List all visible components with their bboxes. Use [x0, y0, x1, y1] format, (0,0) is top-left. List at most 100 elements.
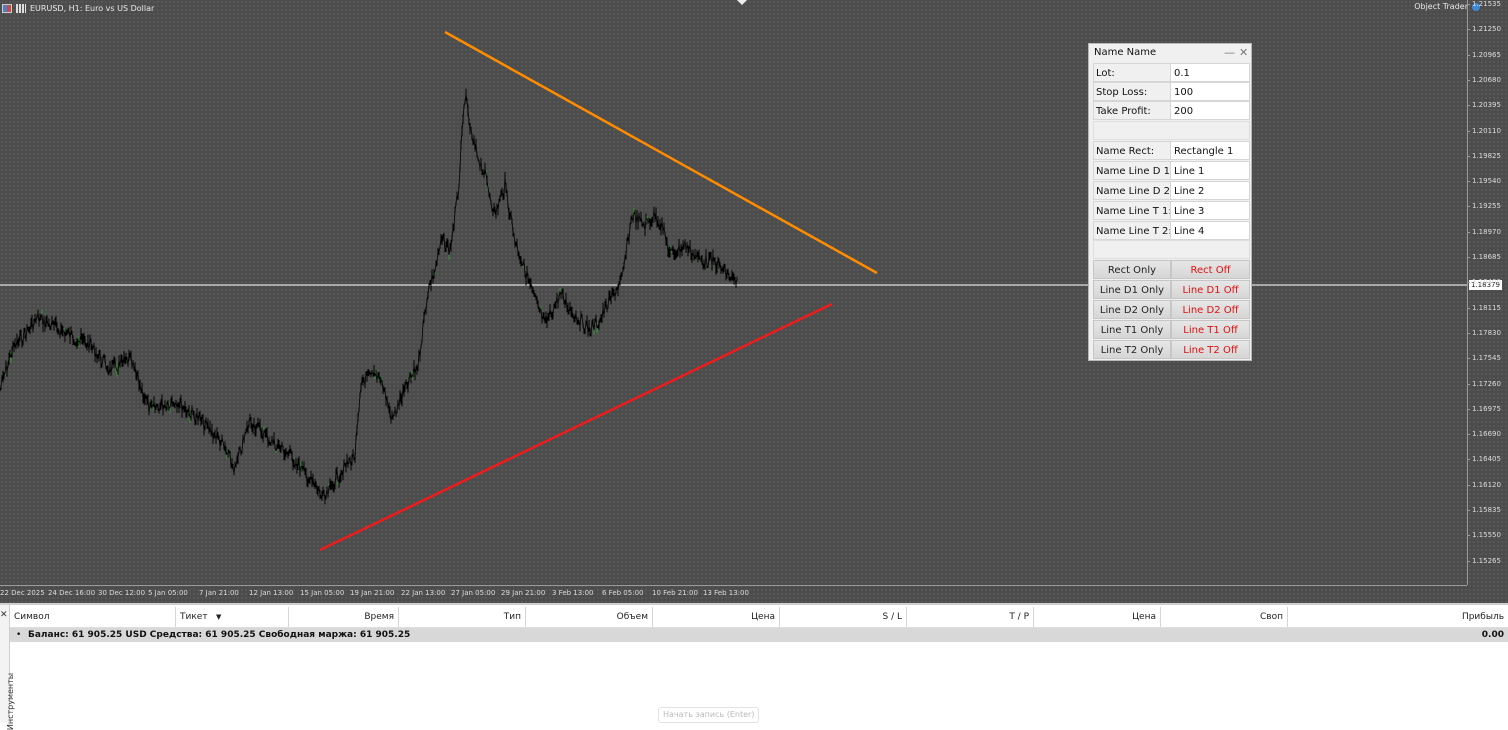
- line-d2-buttons-row: Line D2 Only Line D2 Off: [1093, 300, 1250, 319]
- column-swap[interactable]: Своп: [1161, 607, 1288, 627]
- panel-title-bar[interactable]: Name Name — ✕: [1089, 44, 1251, 62]
- toolbox-sidebar: ✕ Инструменты: [0, 605, 15, 730]
- lower-trend-line: [319, 302, 833, 552]
- price-tick-label: 1.20680: [1467, 75, 1501, 84]
- take-profit-row: Take Profit: 200: [1093, 101, 1250, 120]
- line-d2-only-button[interactable]: Line D2 Only: [1093, 300, 1171, 319]
- price-tick-label: 1.21535: [1467, 0, 1501, 8]
- balance-text: Баланс: 61 905.25 USD Средства: 61 905.2…: [28, 630, 411, 640]
- line-t1-off-button[interactable]: Line T1 Off: [1171, 320, 1250, 339]
- price-axis[interactable]: 1.18379 1.21535 1.21250 1.20965 1.20680 1.20…: [1467, 0, 1508, 585]
- time-tick-label: 12 Jan 13:00: [249, 589, 294, 597]
- minimize-icon[interactable]: —: [1224, 44, 1235, 62]
- line-d1-only-button[interactable]: Line D1 Only: [1093, 280, 1171, 299]
- column-time[interactable]: Время: [289, 607, 399, 627]
- time-axis[interactable]: 22 Dec 2025 24 Dec 16:00 30 Dec 12:00 5 Jan…: [0, 585, 1467, 604]
- name-line-t2-row: Name Line T 2: Line 4: [1093, 221, 1250, 240]
- toolbox-side-label[interactable]: Инструменты: [6, 673, 15, 730]
- price-tick-label: 1.16690: [1467, 430, 1501, 439]
- column-price[interactable]: Цена: [653, 607, 780, 627]
- object-trader-text: Object Trader: [1414, 2, 1468, 11]
- column-price-current[interactable]: Цена: [1034, 607, 1161, 627]
- close-icon[interactable]: ✕: [0, 610, 8, 620]
- name-line-d1-input[interactable]: Line 1: [1171, 161, 1250, 180]
- column-ticket-label: Тикет: [180, 612, 208, 622]
- ea-panel[interactable]: Name Name — ✕ Lot: 0.1 Stop Loss: 100 Ta…: [1088, 43, 1252, 361]
- name-line-d2-label: Name Line D 2:: [1093, 181, 1171, 200]
- name-line-t1-input[interactable]: Line 3: [1171, 201, 1250, 220]
- lot-input[interactable]: 0.1: [1171, 63, 1250, 82]
- price-tick-label: 1.20395: [1467, 101, 1501, 110]
- column-symbol[interactable]: Символ: [10, 607, 176, 627]
- chart-window-icon[interactable]: [2, 3, 12, 13]
- stop-loss-label: Stop Loss:: [1093, 82, 1171, 101]
- time-tick-label: 24 Dec 16:00: [48, 589, 96, 597]
- column-ticket[interactable]: Тикет ▼: [176, 607, 289, 627]
- price-tick-label: 1.20110: [1467, 126, 1501, 135]
- take-profit-label: Take Profit:: [1093, 101, 1171, 120]
- panel-title: Name Name: [1094, 47, 1157, 58]
- price-tick-label: 1.17545: [1467, 354, 1501, 363]
- toolbox-panel: ✕ Инструменты Символ Тикет ▼ Время Тип О…: [0, 603, 1508, 730]
- price-tick-label: 1.16120: [1467, 480, 1501, 489]
- chart-area[interactable]: EURUSD, H1: Euro vs US Dollar Object Tra…: [0, 0, 1508, 603]
- sort-down-icon: ▼: [216, 613, 222, 621]
- chart-type-icon[interactable]: [16, 3, 26, 13]
- time-tick-label: 27 Jan 05:00: [451, 589, 496, 597]
- time-tick-label: 5 Jan 05:00: [148, 589, 188, 597]
- rect-off-button[interactable]: Rect Off: [1171, 260, 1250, 279]
- time-tick-label: 13 Feb 13:00: [703, 589, 749, 597]
- time-tick-label: 22 Jan 13:00: [401, 589, 446, 597]
- line-t1-only-button[interactable]: Line T1 Only: [1093, 320, 1171, 339]
- time-tick-label: 3 Feb 13:00: [552, 589, 594, 597]
- price-tick-label: 1.19825: [1467, 151, 1501, 160]
- bullet-icon: •: [16, 630, 22, 640]
- name-rect-input[interactable]: Rectangle 1: [1171, 141, 1250, 160]
- price-tick-label: 1.17260: [1467, 379, 1501, 388]
- total-profit: 0.00: [1481, 630, 1504, 640]
- upper-trend-line: [444, 30, 878, 275]
- name-line-d2-input[interactable]: Line 2: [1171, 181, 1250, 200]
- time-tick-label: 10 Feb 21:00: [652, 589, 698, 597]
- panel-spacer: [1093, 121, 1250, 140]
- price-tick-label: 1.19540: [1467, 177, 1501, 186]
- price-tick-label: 1.18400: [1467, 278, 1501, 287]
- column-type[interactable]: Тип: [399, 607, 526, 627]
- rect-only-button[interactable]: Rect Only: [1093, 260, 1171, 279]
- price-tick-label: 1.15550: [1467, 531, 1501, 540]
- shift-marker-icon[interactable]: [737, 0, 747, 5]
- price-tick-label: 1.15835: [1467, 506, 1501, 514]
- price-tick-label: 1.20965: [1467, 50, 1501, 59]
- stop-loss-input[interactable]: 100: [1171, 82, 1250, 101]
- name-line-t2-label: Name Line T 2:: [1093, 221, 1171, 240]
- price-tick-label: 1.19255: [1467, 202, 1501, 211]
- line-t2-only-button[interactable]: Line T2 Only: [1093, 340, 1171, 359]
- record-hint: Начать запись (Enter): [658, 707, 760, 723]
- balance-row[interactable]: • Баланс: 61 905.25 USD Средства: 61 905…: [10, 628, 1508, 642]
- name-rect-label: Name Rect:: [1093, 141, 1171, 160]
- line-d1-buttons-row: Line D1 Only Line D1 Off: [1093, 280, 1250, 299]
- column-tp[interactable]: T / P: [907, 607, 1034, 627]
- name-line-d1-label: Name Line D 1:: [1093, 161, 1171, 180]
- time-tick-label: 7 Jan 21:00: [199, 589, 239, 597]
- close-icon[interactable]: ✕: [1239, 44, 1248, 62]
- name-line-t2-input[interactable]: Line 4: [1171, 221, 1250, 240]
- price-tick-label: 1.16975: [1467, 404, 1501, 413]
- column-profit[interactable]: Прибыль: [1288, 607, 1508, 627]
- price-tick-label: 1.17830: [1467, 328, 1501, 337]
- line-d2-off-button[interactable]: Line D2 Off: [1171, 300, 1250, 319]
- name-rect-row: Name Rect: Rectangle 1: [1093, 141, 1250, 160]
- line-t2-off-button[interactable]: Line T2 Off: [1171, 340, 1250, 359]
- column-sl[interactable]: S / L: [780, 607, 907, 627]
- line-t2-buttons-row: Line T2 Only Line T2 Off: [1093, 340, 1250, 359]
- line-d1-off-button[interactable]: Line D1 Off: [1171, 280, 1250, 299]
- name-line-d1-row: Name Line D 1: Line 1: [1093, 161, 1250, 180]
- price-tick-label: 1.21250: [1467, 25, 1501, 34]
- take-profit-input[interactable]: 200: [1171, 101, 1250, 120]
- rect-buttons-row: Rect Only Rect Off: [1093, 260, 1250, 279]
- time-tick-label: 19 Jan 21:00: [350, 589, 395, 597]
- lot-row: Lot: 0.1: [1093, 63, 1250, 82]
- column-volume[interactable]: Объем: [526, 607, 653, 627]
- line-t1-buttons-row: Line T1 Only Line T1 Off: [1093, 320, 1250, 339]
- name-line-d2-row: Name Line D 2: Line 2: [1093, 181, 1250, 200]
